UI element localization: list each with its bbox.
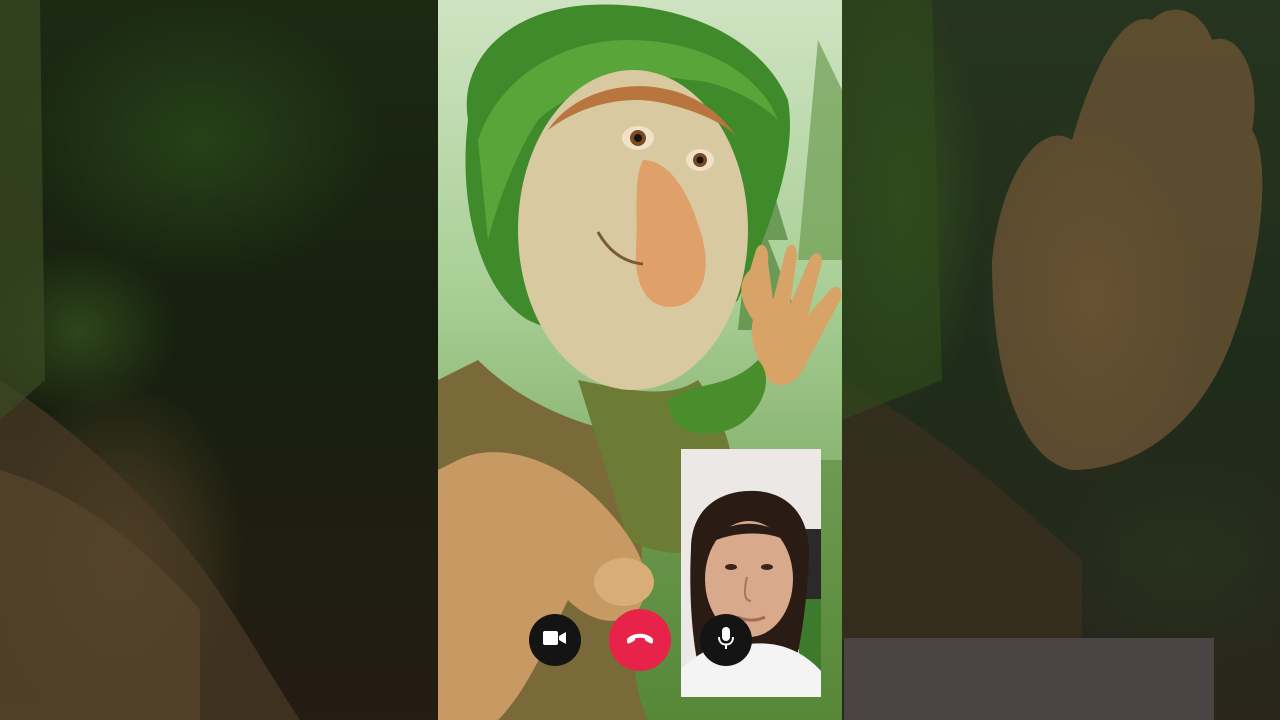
video-camera-icon [543,630,567,651]
background-left-art [0,0,300,720]
phone-hangup-icon [625,631,655,650]
microphone-icon [718,626,734,655]
blurred-background-right [842,0,1280,720]
end-call-button[interactable] [609,609,671,671]
self-video-preview[interactable] [681,449,821,697]
background-right-art [842,0,1263,640]
video-toggle-button[interactable] [529,614,581,666]
microphone-toggle-button[interactable] [700,614,752,666]
blurred-background-left [0,0,438,720]
grey-panel [844,638,1214,720]
self-video-art [681,449,821,697]
